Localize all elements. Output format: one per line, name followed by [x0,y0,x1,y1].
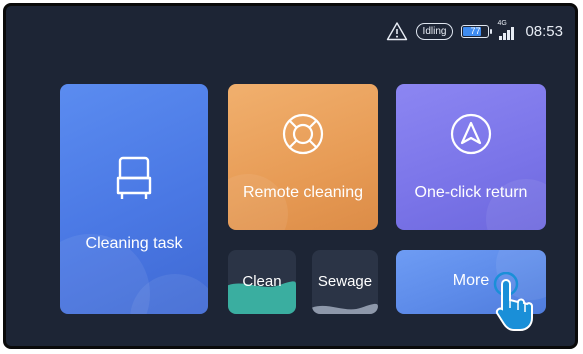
lifebuoy-icon [281,112,325,156]
clean-water-tile[interactable]: Clean [228,250,296,314]
battery-indicator: 77 [461,24,493,38]
remote-cleaning-tile[interactable]: Remote cleaning [228,84,378,230]
sewage-tile[interactable]: Sewage [312,250,378,314]
battery-level: 77 [470,25,481,36]
status-badge: Idling [415,22,454,40]
navigation-arrow-icon [449,112,493,156]
status-bar: Idling 77 4G 08:53 [386,20,563,42]
signal-icon: 4G [497,20,517,40]
tap-hand-icon [493,272,533,331]
signal-bars [499,27,514,40]
network-type: 4G [497,20,507,27]
clean-water-label: Clean [242,273,282,290]
water-fill [312,303,378,314]
warning-triangle-icon [386,22,407,41]
remote-cleaning-label: Remote cleaning [242,184,364,201]
one-click-return-label: One-click return [414,184,528,201]
sewage-label: Sewage [317,273,373,290]
robot-cleaner-icon [113,154,155,204]
tile-decoration [228,174,288,230]
cleaning-task-label: Cleaning task [85,235,183,252]
one-click-return-tile[interactable]: One-click return [396,84,546,230]
clock: 08:53 [525,22,563,40]
cleaning-task-tile[interactable]: Cleaning task [60,84,208,314]
